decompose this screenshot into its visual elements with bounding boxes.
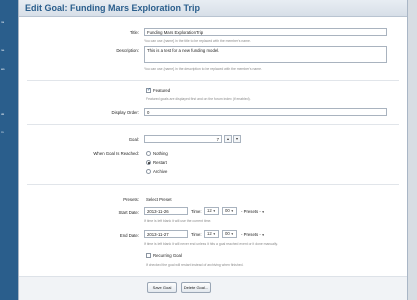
recurring-label: Recurring Goal [153, 253, 182, 258]
chevron-down-icon: ▼ [230, 209, 234, 213]
end-date-input[interactable]: 2013-11-27 [144, 230, 188, 238]
display-order-input[interactable]: 0 [144, 108, 387, 116]
presets-select-value: Select Preset [146, 197, 172, 202]
title-prefix: Edit Goal: [25, 3, 68, 13]
admin-sidebar: ns ne ws ok m [0, 0, 18, 300]
save-goal-button[interactable]: Save Goal [147, 282, 177, 293]
radio-archive-label: Archive [153, 169, 168, 174]
start-hour-value: 12 [207, 208, 212, 213]
end-minute-value: 00 [225, 231, 230, 236]
divider [27, 124, 399, 125]
description-hint: You can use {name} in the description to… [144, 67, 262, 71]
start-presets-select[interactable]: - Presets - ▼ [241, 209, 265, 214]
start-hint: If time is left blank it will use the cu… [144, 219, 212, 223]
goal-increment-button[interactable]: ▴ [224, 135, 232, 143]
description-textarea[interactable]: This is a test for a new funding model. [144, 46, 387, 63]
start-minute-select[interactable]: 00▼ [222, 207, 237, 215]
page-title: Edit Goal: Funding Mars Exploration Trip [25, 3, 200, 13]
sidebar-item[interactable]: ns [1, 20, 4, 24]
recurring-checkbox[interactable] [146, 253, 151, 258]
chevron-down-icon: ▼ [260, 210, 265, 214]
sidebar-item[interactable]: m [1, 130, 4, 134]
start-minute-value: 00 [225, 208, 230, 213]
delete-goal-button[interactable]: Delete Goal... [181, 282, 211, 293]
radio-archive[interactable] [146, 169, 151, 174]
divider [27, 184, 399, 185]
display-order-label: Display Order: [111, 110, 139, 115]
end-hint: If time is left blank it will never end … [144, 242, 278, 246]
featured-checkbox[interactable] [146, 87, 151, 93]
description-label: Description: [116, 48, 139, 53]
end-minute-select[interactable]: 00▼ [222, 230, 237, 238]
chevron-down-icon: ▼ [230, 232, 234, 236]
when-reached-label: When Goal Is Reached: [93, 151, 139, 156]
goal-input[interactable]: 7 [144, 135, 222, 143]
sidebar-item[interactable]: ok [1, 112, 4, 116]
dialog-footer: Save Goal Delete Goal... [19, 276, 407, 300]
start-time-label: Time: [191, 209, 202, 214]
start-presets-value: - Presets - [241, 209, 261, 214]
end-presets-select[interactable]: - Presets - ▼ [241, 232, 265, 237]
goal-decrement-button[interactable]: ▾ [233, 135, 241, 143]
radio-nothing-label: Nothing [153, 151, 168, 156]
radio-nothing[interactable] [146, 151, 151, 156]
end-hour-value: 12 [207, 231, 212, 236]
end-time-label: Time: [191, 232, 202, 237]
radio-restart[interactable] [146, 160, 151, 165]
chevron-down-icon: ▼ [212, 232, 216, 236]
end-hour-select[interactable]: 12▼ [204, 230, 219, 238]
edit-goal-dialog: Edit Goal: Funding Mars Exploration Trip… [18, 0, 408, 300]
sidebar-item[interactable]: ne [1, 48, 4, 52]
start-date-label: Start Date: [118, 210, 139, 215]
end-presets-value: - Presets - [241, 232, 261, 237]
presets-select[interactable]: Select Preset [146, 197, 172, 202]
chevron-down-icon: ▼ [260, 233, 265, 237]
presets-label: Presets: [123, 197, 139, 202]
title-label: Title: [129, 30, 139, 35]
recurring-hint: If checked the goal will restart instead… [146, 263, 244, 267]
divider [27, 80, 399, 81]
featured-hint: Featured goals are displayed first and o… [146, 97, 251, 101]
chevron-down-icon: ▼ [212, 209, 216, 213]
end-date-label: End Date: [119, 233, 139, 238]
radio-restart-label: Restart [153, 160, 167, 165]
start-hour-select[interactable]: 12▼ [204, 207, 219, 215]
title-input[interactable]: Funding Mars ExplorationTrip [144, 28, 387, 36]
start-date-input[interactable]: 2013-11-26 [144, 207, 188, 215]
sidebar-item[interactable]: ws [1, 67, 5, 71]
title-hint: You can use {name} in the title to be re… [144, 39, 251, 43]
goal-name: Funding Mars Exploration Trip [70, 3, 201, 13]
featured-label: Featured [153, 88, 171, 93]
goal-label: Goal: [128, 137, 139, 142]
dialog-header: Edit Goal: Funding Mars Exploration Trip [19, 0, 407, 17]
